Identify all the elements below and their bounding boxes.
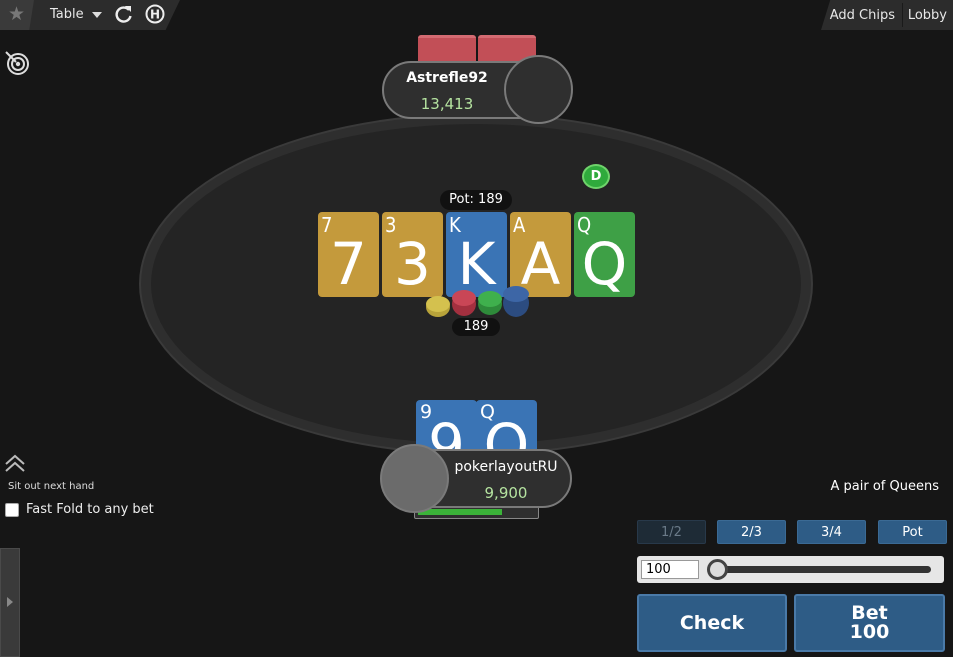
preset-half-pot-button[interactable]: 1/2 [637, 520, 706, 544]
table-menu[interactable]: Table [50, 7, 84, 22]
board-card: Q Q [574, 212, 635, 297]
check-button[interactable]: Check [637, 594, 787, 652]
action-timer-fill [418, 509, 502, 515]
card-rank-large: 7 [330, 230, 367, 298]
preset-two-thirds-button[interactable]: 2/3 [717, 520, 786, 544]
target-icon[interactable] [4, 50, 30, 76]
favorite-tab[interactable]: ★ [0, 0, 34, 30]
star-icon[interactable]: ★ [8, 3, 25, 25]
side-panel-tab[interactable] [0, 548, 20, 657]
bet-button[interactable]: Bet 100 [794, 594, 945, 652]
hero-avatar [380, 444, 449, 513]
preset-three-quarters-button[interactable]: 3/4 [797, 520, 866, 544]
pot-chips-icon [426, 286, 529, 317]
toolbar-divider [902, 3, 903, 27]
dealer-button: D [582, 164, 610, 189]
refresh-icon[interactable] [114, 4, 134, 24]
board-card: 7 7 [318, 212, 379, 297]
bet-amount-input[interactable] [641, 560, 699, 579]
bet-button-amount: 100 [849, 621, 890, 643]
opponent-avatar [504, 55, 573, 124]
lobby-button[interactable]: Lobby [908, 8, 947, 23]
preset-pot-button[interactable]: Pot [878, 520, 947, 544]
pot-total: Pot: 189 [440, 190, 512, 210]
add-chips-button[interactable]: Add Chips [830, 8, 895, 23]
card-rank-large: Q [581, 230, 628, 298]
chevrons-up-icon[interactable] [4, 452, 26, 474]
history-icon[interactable]: H [145, 4, 165, 24]
fast-fold-checkbox[interactable] [5, 503, 19, 517]
svg-text:H: H [150, 8, 160, 22]
caret-down-icon[interactable] [92, 12, 102, 18]
bet-slider-track[interactable] [709, 566, 931, 573]
hand-description: A pair of Queens [830, 479, 939, 494]
bet-slider-thumb[interactable] [707, 559, 728, 580]
bet-sizing-panel [637, 556, 944, 583]
chevron-right-icon [7, 597, 13, 607]
fast-fold-label[interactable]: Fast Fold to any bet [26, 502, 154, 517]
sit-out-label[interactable]: Sit out next hand [8, 481, 94, 492]
pot-chips-amount: 189 [452, 318, 500, 336]
